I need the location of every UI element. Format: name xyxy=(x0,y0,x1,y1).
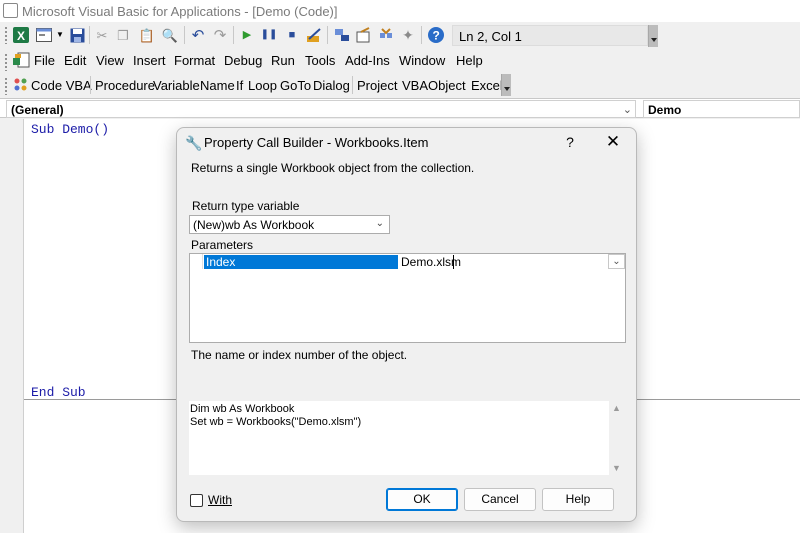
margin-indicator-bar[interactable] xyxy=(0,119,24,533)
variable-button[interactable]: Variable xyxy=(153,78,200,93)
scroll-up-icon[interactable]: ▲ xyxy=(612,403,621,413)
vba-button[interactable]: VBA xyxy=(402,78,428,93)
menu-window[interactable]: Window xyxy=(399,53,445,68)
menu-insert[interactable]: Insert xyxy=(133,53,166,68)
if-button[interactable]: If xyxy=(236,78,243,93)
menu-tools[interactable]: Tools xyxy=(305,53,335,68)
parameter-hint: The name or index number of the object. xyxy=(191,348,408,362)
loop-button[interactable]: Loop xyxy=(248,78,277,93)
line-column-readout: Ln 2, Col 1 xyxy=(452,25,648,46)
reset-icon[interactable]: ■ xyxy=(283,26,301,44)
code-vba-toolbar: Code VBA Procedure Variable Name If Loop… xyxy=(0,73,800,98)
wrench-icon: 🔧 xyxy=(185,135,203,151)
break-icon[interactable]: ❚❚ xyxy=(260,26,278,44)
code-vba-button[interactable]: Code VBA xyxy=(31,78,92,93)
parameter-name-cell[interactable]: Index xyxy=(204,255,398,269)
properties-icon[interactable] xyxy=(355,26,373,44)
ok-button[interactable]: OK xyxy=(386,488,458,511)
return-type-select[interactable]: (New)wb As Workbook ⌄ xyxy=(189,215,390,234)
close-icon[interactable]: ✕ xyxy=(605,132,621,152)
code-line-end-sub[interactable]: End Sub xyxy=(31,385,86,400)
object-browser-icon[interactable] xyxy=(377,26,395,44)
chevron-down-icon: ⌄ xyxy=(622,104,632,116)
dialog-button[interactable]: Dialog xyxy=(313,78,350,93)
addin-toolbar-grip[interactable] xyxy=(4,77,8,95)
parameters-label: Parameters xyxy=(191,238,254,252)
object-button[interactable]: Object xyxy=(428,78,466,93)
dialog-title: Property Call Builder - Workbooks.Item xyxy=(204,135,429,150)
menu-format[interactable]: Format xyxy=(174,53,215,68)
dropdown-arrow-icon[interactable]: ▼ xyxy=(55,26,65,44)
procedure-dropdown[interactable]: Demo xyxy=(643,100,800,118)
with-checkbox[interactable] xyxy=(190,494,203,507)
toolbox-icon[interactable]: ✦ xyxy=(399,26,417,44)
object-procedure-bar: (General) ⌄ Demo xyxy=(0,98,800,118)
design-mode-icon[interactable] xyxy=(305,26,323,44)
procedure-button[interactable]: Procedure xyxy=(95,78,155,93)
menu-view[interactable]: View xyxy=(96,53,124,68)
return-type-label: Return type variable xyxy=(192,199,300,213)
redo-icon[interactable]: ↷ xyxy=(211,26,229,44)
preview-scrollbar[interactable]: ▲ ▼ xyxy=(609,401,626,475)
svg-text:?: ? xyxy=(433,29,440,43)
cut-icon[interactable]: ✂ xyxy=(93,26,111,44)
grid-row-header xyxy=(202,254,203,269)
window-title: Microsoft Visual Basic for Applications … xyxy=(22,4,338,19)
copy-icon[interactable]: ❐ xyxy=(114,26,132,44)
paste-icon[interactable]: 📋 xyxy=(138,26,156,44)
menu-file[interactable]: File xyxy=(34,53,55,68)
code-preview[interactable]: Dim wb As Workbook Set wb = Workbooks("D… xyxy=(189,401,609,475)
code-module-icon[interactable] xyxy=(12,52,30,70)
menu-bar: File Edit View Insert Format Debug Run T… xyxy=(0,49,800,73)
toolbar-options-chevron-icon[interactable] xyxy=(648,25,658,47)
preview-line-1: Dim wb As Workbook xyxy=(190,403,295,415)
help-button[interactable]: Help xyxy=(542,488,614,511)
addin-toolbar-options-chevron-icon[interactable] xyxy=(501,74,511,96)
standard-toolbar: X ▼ ✂ ❐ 📋 🔍 ↶ ↷ ▶ ❚❚ ■ ✦ ? Ln 2, Col 1 xyxy=(0,22,800,49)
object-dropdown[interactable]: (General) ⌄ xyxy=(6,100,636,118)
toolbar-grip[interactable] xyxy=(4,26,8,44)
scroll-down-icon[interactable]: ▼ xyxy=(612,463,621,473)
parameter-value-input[interactable]: Demo.xlsm xyxy=(401,255,461,269)
menu-run[interactable]: Run xyxy=(271,53,295,68)
menu-add-ins[interactable]: Add-Ins xyxy=(345,53,390,68)
code-vba-icon[interactable] xyxy=(12,76,30,94)
svg-text:X: X xyxy=(17,29,25,43)
preview-line-2: Set wb = Workbooks("Demo.xlsm") xyxy=(190,416,362,428)
menu-help[interactable]: Help xyxy=(456,53,483,68)
project-button[interactable]: Project xyxy=(357,78,397,93)
undo-icon[interactable]: ↶ xyxy=(189,26,207,44)
method-description: Returns a single Workbook object from th… xyxy=(191,161,475,175)
menubar-grip[interactable] xyxy=(4,53,8,71)
help-icon[interactable]: ? xyxy=(427,26,445,44)
code-line-sub[interactable]: Sub Demo() xyxy=(31,122,109,137)
dialog-help-button[interactable]: ? xyxy=(563,134,577,150)
excel-icon[interactable]: X xyxy=(11,26,31,44)
excel-button[interactable]: Excel xyxy=(471,78,503,93)
text-caret xyxy=(453,255,454,269)
menu-debug[interactable]: Debug xyxy=(224,53,262,68)
property-call-builder-dialog: 🔧 Property Call Builder - Workbooks.Item… xyxy=(176,127,637,522)
title-bar: Microsoft Visual Basic for Applications … xyxy=(0,0,800,22)
with-label[interactable]: With xyxy=(208,493,232,507)
name-button[interactable]: Name xyxy=(200,78,235,93)
vba-app-icon xyxy=(3,3,18,18)
project-explorer-icon[interactable] xyxy=(333,26,351,44)
save-icon[interactable] xyxy=(68,26,86,44)
parameters-grid[interactable]: Index Demo.xlsm ⌄ xyxy=(189,253,626,343)
cancel-button[interactable]: Cancel xyxy=(464,488,536,511)
menu-edit[interactable]: Edit xyxy=(64,53,86,68)
find-icon[interactable]: 🔍 xyxy=(161,26,179,44)
goto-button[interactable]: GoTo xyxy=(280,78,311,93)
chevron-down-icon: ⌄ xyxy=(375,218,384,229)
insert-userform-icon[interactable] xyxy=(35,26,53,44)
run-icon[interactable]: ▶ xyxy=(238,26,256,44)
parameter-dropdown-chevron-icon[interactable]: ⌄ xyxy=(608,254,625,269)
